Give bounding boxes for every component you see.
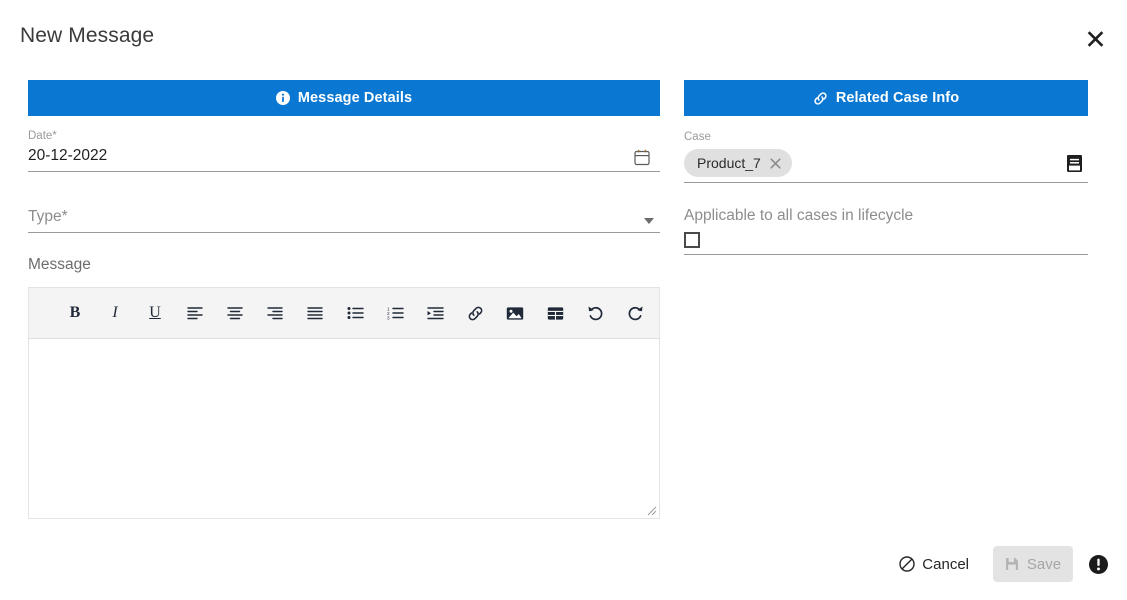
ordered-list-icon[interactable]: 1 2 3: [375, 294, 415, 332]
rich-text-editor: B I U 1 2 3: [28, 287, 660, 519]
italic-icon[interactable]: I: [95, 294, 135, 332]
cancel-button-label: Cancel: [922, 555, 969, 573]
bold-glyph: B: [69, 304, 81, 321]
related-case-info-header-label: Related Case Info: [835, 90, 960, 106]
type-select-label: Type*: [28, 208, 68, 225]
redo-icon[interactable]: [615, 294, 655, 332]
align-left-icon[interactable]: [175, 294, 215, 332]
align-justify-icon[interactable]: [295, 294, 335, 332]
date-field-label: Date*: [28, 130, 57, 142]
related-case-info-header: Related Case Info: [684, 80, 1088, 116]
info-circle-icon: [275, 91, 290, 105]
align-center-icon[interactable]: [215, 294, 255, 332]
case-field-label: Case: [684, 131, 711, 143]
close-icon[interactable]: [1081, 24, 1109, 52]
message-field-label: Message: [28, 256, 91, 273]
undo-icon[interactable]: [575, 294, 615, 332]
case-field[interactable]: Case Product_7: [684, 130, 1088, 183]
chevron-down-icon[interactable]: [644, 218, 654, 224]
new-message-dialog: New Message Message Details Date* 20-12-…: [0, 0, 1127, 600]
case-chip[interactable]: Product_7: [684, 149, 792, 177]
cancel-button[interactable]: Cancel: [889, 547, 979, 582]
indent-icon[interactable]: [415, 294, 455, 332]
date-field-value: 20-12-2022: [28, 147, 108, 164]
type-select[interactable]: Type*: [28, 204, 660, 233]
link-icon[interactable]: [455, 294, 495, 332]
image-icon[interactable]: [495, 294, 535, 332]
related-case-info-column: Related Case Info Case Product_7 Applica…: [684, 80, 1088, 255]
save-button[interactable]: Save: [993, 546, 1073, 582]
case-chip-label: Product_7: [697, 155, 761, 171]
save-button-label: Save: [1026, 555, 1062, 573]
link-icon: [813, 91, 828, 106]
list-icon[interactable]: [1066, 154, 1084, 174]
calendar-icon[interactable]: [634, 149, 650, 167]
unordered-list-icon[interactable]: [335, 294, 375, 332]
underline-icon[interactable]: U: [135, 294, 175, 332]
floppy-disk-icon: [1005, 557, 1019, 571]
message-details-column: Message Details Date* 20-12-2022 Type* M…: [28, 80, 660, 519]
close-icon[interactable]: [770, 157, 781, 169]
page-title: New Message: [20, 24, 155, 47]
lifecycle-checkbox-field[interactable]: Applicable to all cases in lifecycle: [684, 205, 1088, 255]
italic-glyph: I: [112, 304, 118, 321]
table-icon[interactable]: [535, 294, 575, 332]
exclamation-circle-icon[interactable]: [1087, 553, 1109, 575]
lifecycle-checkbox-label: Applicable to all cases in lifecycle: [684, 207, 914, 224]
message-details-header-label: Message Details: [297, 90, 413, 106]
bold-icon[interactable]: B: [55, 294, 95, 332]
lifecycle-checkbox[interactable]: [684, 232, 700, 248]
message-editor-body[interactable]: [28, 339, 660, 519]
resize-handle-icon[interactable]: [645, 504, 657, 516]
dialog-header: New Message: [0, 0, 1127, 72]
case-chip-list: Product_7: [684, 148, 1088, 178]
ban-icon: [899, 556, 915, 572]
align-right-icon[interactable]: [255, 294, 295, 332]
editor-toolbar: B I U 1 2 3: [28, 287, 660, 339]
date-field[interactable]: Date* 20-12-2022: [28, 129, 660, 172]
message-details-header: Message Details: [28, 80, 660, 116]
svg-text:3: 3: [387, 315, 390, 320]
underline-glyph: U: [149, 304, 161, 321]
dialog-footer: Cancel Save: [889, 546, 1109, 582]
